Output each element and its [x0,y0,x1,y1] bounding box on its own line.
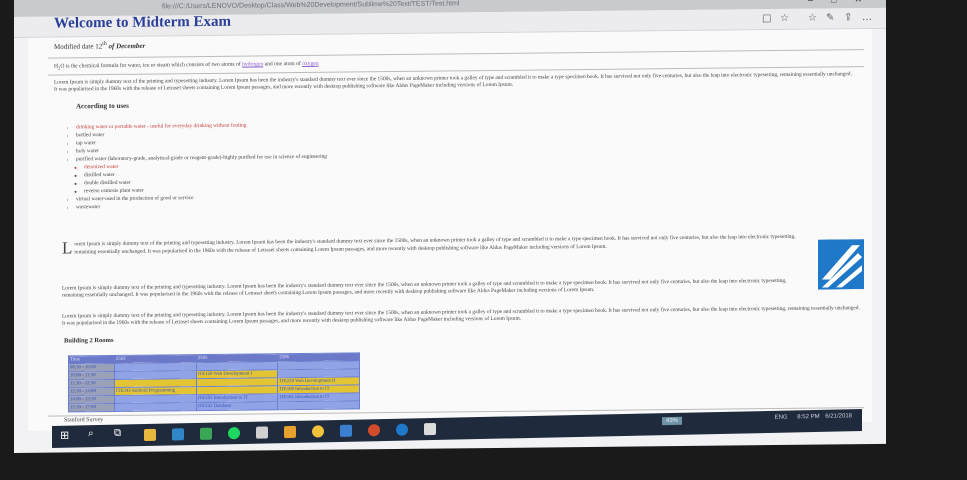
app-icon[interactable] [424,422,436,436]
table-row: 15:30 - 17:00 ITE141 Database [68,400,360,412]
table-cell: ITE141 Database [196,401,278,411]
share-icon[interactable]: ⇪ [844,12,852,23]
app-icon[interactable] [340,424,352,437]
room-schedule-table: Time 2503 2505 2506 08:30 - 10:00 10:00 … [68,352,360,412]
table-cell: 15:30 - 17:00 [68,403,115,412]
spotify-icon[interactable] [228,427,240,440]
app-icon[interactable] [368,424,380,437]
modified-date: Modified date 12th of December [54,41,146,51]
favorite-star-icon[interactable]: ☆ [780,13,789,24]
list-item: purified water (laboratory-grade, analyt… [76,151,508,196]
reading-view-icon[interactable]: □ [762,13,771,24]
lorem-paragraph-2: Lorem Ipsum is simply dummy text of the … [62,233,796,258]
start-button-icon[interactable]: ⊞ [60,429,72,442]
lorem-paragraph-3: Lorem Ipsum is simply dummy text of the … [62,277,787,299]
clock-time[interactable]: 8:52 PM [797,414,819,420]
oxygen-link[interactable]: oxygen [302,61,318,67]
more-icon[interactable]: … [862,12,872,23]
drop-cap: L [62,238,73,258]
window-controls[interactable]: –□✕ [808,0,880,6]
pen-icon[interactable]: ✎ [826,12,834,23]
table-cell [277,400,360,410]
system-tray[interactable]: ENG 8:52 PM 6/21/2018 [775,413,852,421]
app-icon[interactable] [256,426,268,439]
sublime-text-icon[interactable] [284,425,296,439]
building-heading: Building 2 Rooms [64,336,114,345]
page-title: Welcome to Midterm Exam [54,13,232,32]
chrome-icon[interactable] [312,425,324,438]
page-content: Welcome to Midterm Exam Modified date 12… [28,14,872,431]
uses-list: drinking water or portable water - usefu… [68,119,508,212]
footer-text: Stanford Survey [64,417,104,424]
lorem-paragraph-1: Lorem Ipsum is simply dummy text of the … [54,71,852,93]
logo-image [818,239,864,290]
search-icon[interactable]: ⌕ [88,428,100,440]
lorem-paragraph-4: Lorem Ipsum is simply dummy text of the … [62,305,860,327]
app-icon[interactable] [172,428,184,441]
clock-date[interactable]: 6/21/2018 [825,413,852,420]
language-indicator[interactable]: ENG [775,415,788,421]
hydrogen-link[interactable]: hydrogen [242,61,263,67]
app-icon[interactable] [200,427,212,440]
window-path: file:///C:/Users/LENOVO/Desktop/Class/We… [162,0,460,11]
battery-badge[interactable]: 43% [662,416,683,426]
table-cell [114,402,197,412]
divider [48,49,864,59]
task-view-icon[interactable]: ⧉ [114,427,126,439]
uses-heading: According to uses [76,101,129,111]
edge-icon[interactable] [396,423,408,436]
favorites-hub-icon[interactable]: ☆ [808,13,817,24]
browser-window: file:///C:/Users/LENOVO/Desktop/Class/We… [14,0,886,454]
file-explorer-icon[interactable] [144,428,156,442]
